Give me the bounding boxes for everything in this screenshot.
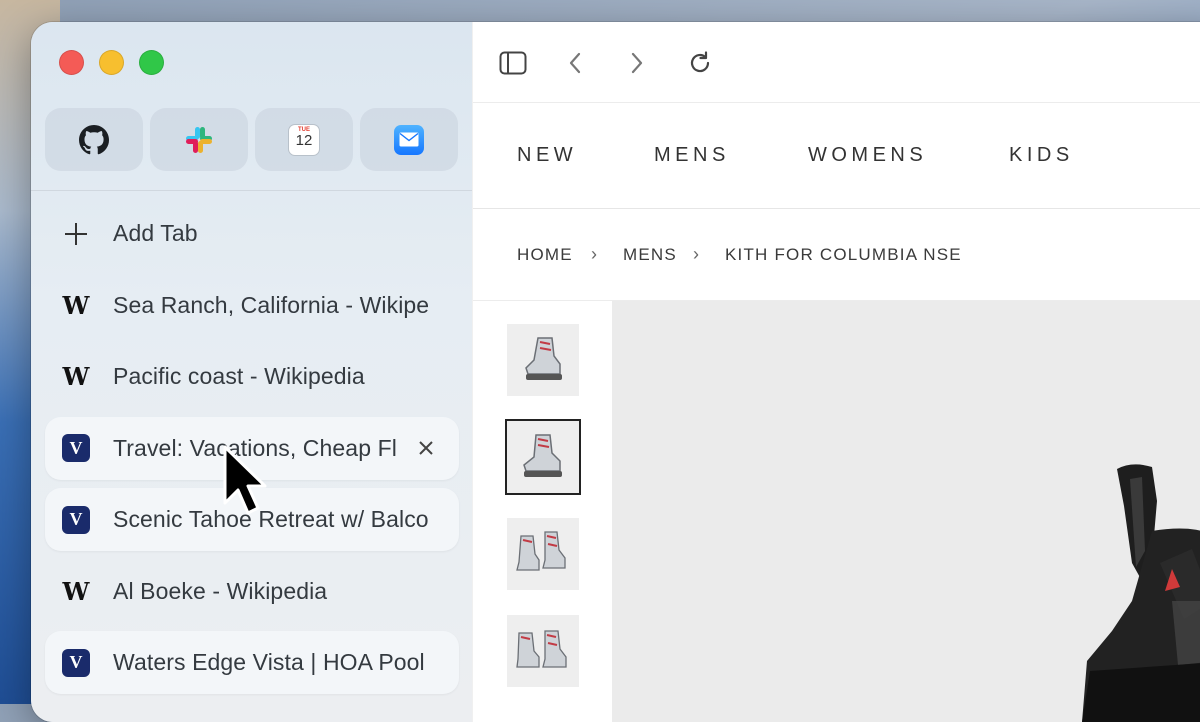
ski-boot-pair-image bbox=[516, 531, 566, 571]
ski-boot-image bbox=[525, 337, 562, 380]
breadcrumb-mens[interactable]: MENS bbox=[623, 245, 677, 265]
pinned-tab-slack[interactable] bbox=[150, 108, 248, 171]
product-main-image bbox=[612, 301, 1200, 722]
breadcrumb-home[interactable]: HOME bbox=[517, 245, 573, 265]
calendar-date: 12 bbox=[295, 131, 313, 149]
tab-item[interactable]: W Sea Ranch, California - Wikipe bbox=[45, 274, 459, 337]
sidebar-toggle-icon[interactable] bbox=[496, 46, 530, 80]
pinned-tab-calendar[interactable]: TUE 12 bbox=[255, 108, 353, 171]
browser-window: TUE 12 Add Tab W Sea Ranch, California -… bbox=[31, 22, 1200, 722]
vrbo-glyph: V bbox=[62, 434, 90, 462]
calendar-icon: TUE 12 bbox=[289, 124, 319, 155]
product-thumbnail[interactable] bbox=[507, 615, 579, 687]
pinned-tab-mail[interactable] bbox=[360, 108, 458, 171]
vrbo-glyph: V bbox=[62, 505, 90, 534]
product-thumbnail-selected[interactable] bbox=[505, 419, 581, 495]
vrbo-glyph: V bbox=[62, 648, 90, 677]
plus-icon bbox=[61, 219, 91, 249]
wikipedia-glyph: W bbox=[62, 362, 90, 391]
ski-boot-closeup-image bbox=[1082, 464, 1200, 722]
breadcrumb-current: KITH FOR COLUMBIA NSE bbox=[725, 245, 962, 264]
site-nav: NEW MENS WOMENS KIDS bbox=[473, 102, 1200, 209]
slack-icon bbox=[186, 126, 212, 153]
sidebar: TUE 12 Add Tab W Sea Ranch, California -… bbox=[31, 22, 472, 722]
product-thumbnail[interactable] bbox=[507, 518, 579, 590]
web-content: NEW MENS WOMENS KIDS HOME › MENS › KITH … bbox=[472, 22, 1200, 722]
product-thumbnails bbox=[473, 301, 612, 722]
wikipedia-glyph: W bbox=[62, 576, 90, 606]
nav-womens[interactable]: WOMENS bbox=[808, 144, 927, 167]
tab-item[interactable]: W Al Boeke - Wikipedia bbox=[45, 560, 459, 623]
wikipedia-icon: W bbox=[61, 576, 91, 606]
vrbo-icon: V bbox=[61, 505, 91, 535]
sidebar-divider bbox=[31, 190, 472, 191]
breadcrumb: HOME › MENS › KITH FOR COLUMBIA NSE bbox=[473, 209, 1200, 301]
ski-boot-image bbox=[523, 434, 562, 477]
tab-label: Sea Ranch, California - Wikipe bbox=[113, 291, 430, 318]
wikipedia-icon: W bbox=[61, 290, 91, 320]
tab-label: Scenic Tahoe Retreat w/ Balco bbox=[113, 506, 429, 532]
tab-label: Pacific coast - Wikipedia bbox=[113, 363, 365, 389]
browser-toolbar bbox=[473, 22, 1200, 103]
back-icon[interactable] bbox=[558, 46, 592, 80]
breadcrumb-separator: › bbox=[591, 244, 597, 264]
product-thumbnail[interactable] bbox=[507, 324, 579, 396]
nav-kids[interactable]: KIDS bbox=[1009, 144, 1074, 167]
close-window-button[interactable] bbox=[59, 50, 84, 75]
pinned-tabs: TUE 12 bbox=[45, 108, 458, 171]
tab-label: Waters Edge Vista | HOA Pool bbox=[113, 649, 425, 675]
tab-item[interactable]: W Pacific coast - Wikipedia bbox=[45, 345, 459, 408]
nav-new[interactable]: NEW bbox=[517, 144, 577, 167]
add-tab-button[interactable]: Add Tab bbox=[45, 202, 459, 265]
tab-label: Al Boeke - Wikipedia bbox=[113, 577, 328, 604]
mouse-cursor-icon bbox=[223, 445, 267, 515]
minimize-window-button[interactable] bbox=[99, 50, 124, 75]
pinned-tab-github[interactable] bbox=[45, 108, 143, 171]
wikipedia-icon: W bbox=[61, 362, 91, 392]
add-tab-label: Add Tab bbox=[113, 220, 198, 246]
forward-icon[interactable] bbox=[620, 46, 654, 80]
zoom-window-button[interactable] bbox=[139, 50, 164, 75]
vrbo-icon: V bbox=[61, 648, 91, 678]
mail-icon bbox=[394, 124, 424, 155]
wikipedia-glyph: W bbox=[62, 290, 90, 320]
close-tab-icon[interactable] bbox=[413, 435, 439, 461]
breadcrumb-separator: › bbox=[693, 244, 699, 264]
nav-mens[interactable]: MENS bbox=[654, 144, 730, 167]
tab-item[interactable]: V Waters Edge Vista | HOA Pool bbox=[45, 631, 459, 694]
traffic-lights bbox=[59, 50, 164, 75]
github-icon bbox=[79, 124, 109, 154]
reload-icon[interactable] bbox=[683, 46, 717, 80]
ski-boot-pair-image bbox=[516, 630, 567, 668]
vrbo-icon: V bbox=[61, 433, 91, 463]
